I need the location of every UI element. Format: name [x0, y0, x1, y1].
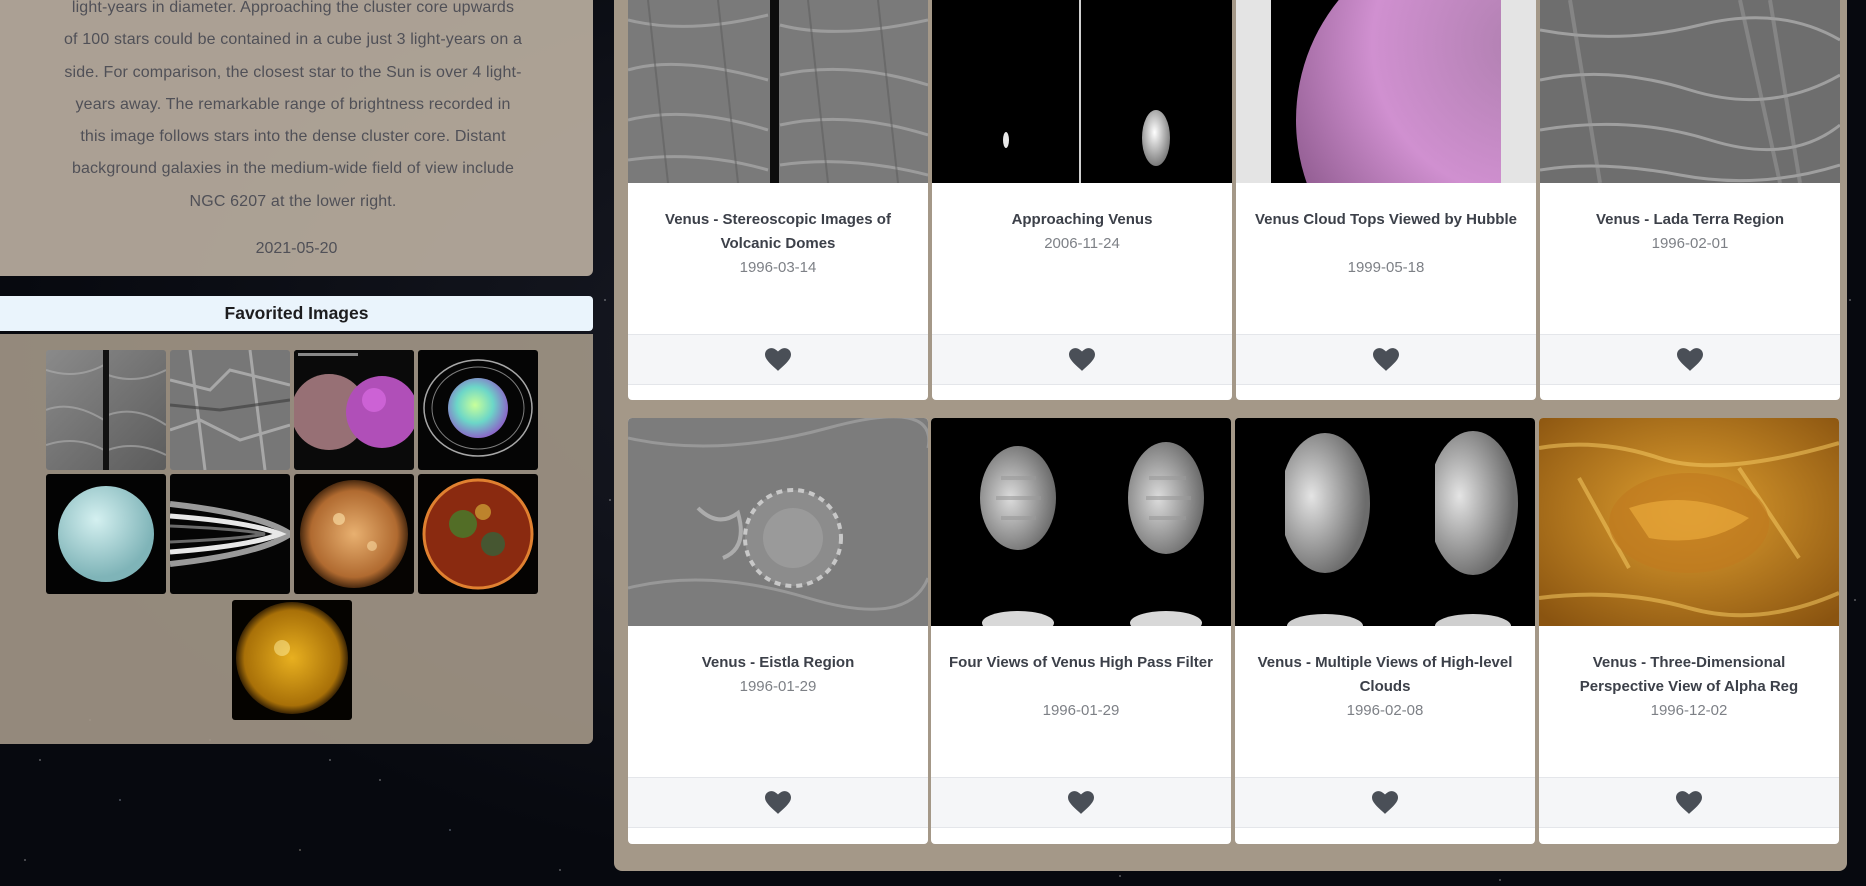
- card-date: 1996-02-01: [1651, 235, 1729, 252]
- image-grid-panel: Venus - Stereoscopic Images of Volcanic …: [614, 0, 1847, 871]
- card-footer: [931, 777, 1231, 828]
- image-card: Venus - Lada Terra Region 1996-02-01: [1540, 0, 1840, 400]
- image-card: Four Views of Venus High Pass Filter 199…: [931, 418, 1231, 844]
- favorites-panel: [0, 334, 593, 744]
- card-footer: [1540, 334, 1840, 385]
- fav-thumb-sun-multicolor[interactable]: [418, 474, 538, 594]
- favorite-button[interactable]: [1675, 345, 1705, 375]
- favorite-button[interactable]: [1674, 788, 1704, 818]
- card-image-venus-eistla[interactable]: [628, 418, 928, 626]
- description-line: years away. The remarkable range of brig…: [75, 95, 511, 113]
- heart-icon: [765, 347, 791, 371]
- card-date: 1996-03-14: [739, 259, 817, 276]
- image-card: Venus - Stereoscopic Images of Volcanic …: [628, 0, 928, 400]
- heart-icon: [1676, 790, 1702, 814]
- card-footer: [628, 777, 928, 828]
- card-footer: [628, 334, 928, 385]
- card-image-venus-alpha-regio[interactable]: [1539, 418, 1839, 626]
- card-date: 1996-02-08: [1346, 702, 1424, 719]
- favorite-button[interactable]: [763, 345, 793, 375]
- card-date: 1996-01-29: [739, 678, 817, 695]
- fav-thumb-sun-gold[interactable]: [232, 600, 352, 720]
- image-card: Venus - Eistla Region 1996-01-29: [628, 418, 928, 844]
- image-date: 2021-05-20: [255, 240, 338, 257]
- card-date: 1999-05-18: [1347, 259, 1425, 276]
- fav-thumb-uranus-cyan[interactable]: [46, 474, 166, 594]
- heart-icon: [1069, 347, 1095, 371]
- card-image-venus-stereoscopic[interactable]: [628, 0, 928, 183]
- card-title: Venus Cloud Tops Viewed by Hubble: [1255, 211, 1517, 228]
- favorite-button[interactable]: [1370, 788, 1400, 818]
- card-footer: [1235, 777, 1535, 828]
- description-line: light-years in diameter. Approaching the…: [71, 0, 515, 16]
- favorite-button[interactable]: [763, 788, 793, 818]
- favorite-button[interactable]: [1066, 788, 1096, 818]
- favorite-button[interactable]: [1067, 345, 1097, 375]
- card-image-venus-lada-terra[interactable]: [1540, 0, 1840, 183]
- card-image-venus-high-level-clouds[interactable]: [1235, 418, 1535, 626]
- card-image-four-views-venus[interactable]: [931, 418, 1231, 626]
- card-title: Approaching Venus: [1011, 211, 1153, 228]
- description-line: of 100 stars could be contained in a cub…: [63, 31, 523, 49]
- fav-thumb-venus-stereo-radar[interactable]: [46, 350, 166, 470]
- heart-icon: [1068, 790, 1094, 814]
- card-date: 1996-12-02: [1650, 702, 1728, 719]
- card-title: Venus - Eistla Region: [701, 654, 855, 671]
- description-line: background galaxies in the medium-wide f…: [71, 160, 515, 178]
- fav-thumb-uranus-infrared-rings[interactable]: [418, 350, 538, 470]
- description-line: this image follows stars into the dense …: [80, 128, 506, 146]
- image-card: Venus - Multiple Views of High-level Clo…: [1235, 418, 1535, 844]
- card-footer: [1236, 334, 1536, 385]
- heart-icon: [1373, 347, 1399, 371]
- card-image-approaching-venus[interactable]: [932, 0, 1232, 183]
- card-title: Venus - Three-Dimensional Perspective Vi…: [1579, 654, 1799, 695]
- image-card: Venus Cloud Tops Viewed by Hubble 1999-0…: [1236, 0, 1536, 400]
- fav-thumb-sun-orange[interactable]: [294, 474, 414, 594]
- card-title: Four Views of Venus High Pass Filter: [949, 654, 1213, 671]
- favorite-button[interactable]: [1371, 345, 1401, 375]
- description-line: NGC 6207 at the lower right.: [189, 192, 397, 210]
- card-date: 2006-11-24: [1044, 235, 1120, 252]
- fav-thumb-mars-maven-ultraviolet[interactable]: [294, 350, 414, 470]
- image-card: Venus - Three-Dimensional Perspective Vi…: [1539, 418, 1839, 844]
- heart-icon: [1372, 790, 1398, 814]
- card-footer: [1539, 777, 1839, 828]
- card-title: Venus - Stereoscopic Images of Volcanic …: [665, 211, 891, 252]
- image-description-card: light-years in diameter. Approaching the…: [0, 0, 593, 276]
- fav-thumb-saturn-rings[interactable]: [170, 474, 290, 594]
- image-description: light-years in diameter. Approaching the…: [52, 0, 534, 218]
- heart-icon: [765, 790, 791, 814]
- card-date: 1996-01-29: [1042, 702, 1120, 719]
- description-line: side. For comparison, the closest star t…: [64, 63, 522, 81]
- heart-icon: [1677, 347, 1703, 371]
- card-footer: [932, 334, 1232, 385]
- card-title: Venus - Lada Terra Region: [1595, 211, 1785, 228]
- card-image-venus-cloud-tops[interactable]: [1236, 0, 1536, 183]
- fav-thumb-venus-radar-terrain[interactable]: [170, 350, 290, 470]
- card-title: Venus - Multiple Views of High-level Clo…: [1257, 654, 1513, 695]
- favorites-header: Favorited Images: [0, 296, 593, 331]
- image-card: Approaching Venus 2006-11-24: [932, 0, 1232, 400]
